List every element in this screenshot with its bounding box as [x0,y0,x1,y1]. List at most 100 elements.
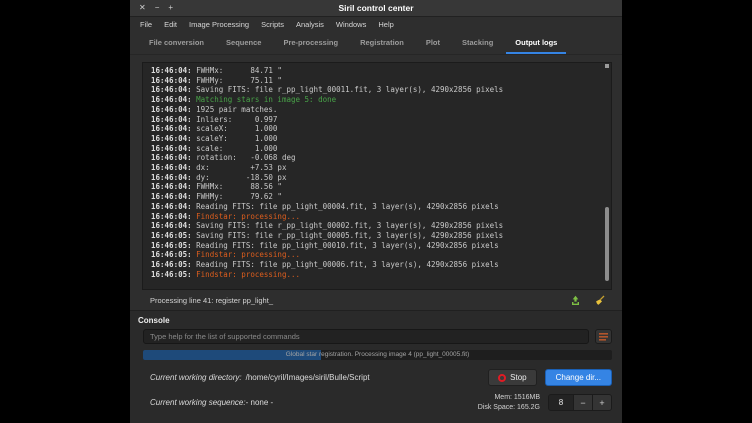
log-scrollbar[interactable] [604,64,610,288]
siril-window: ✕ − + Siril control center FileEditImage… [130,0,622,423]
log-message: Findstar: processing... [192,250,300,259]
change-dir-button[interactable]: Change dir... [545,369,612,386]
resource-usage: Mem: 1516MB Disk Space: 165.2G [478,393,540,412]
tab-output-logs[interactable]: Output logs [506,32,566,54]
titlebar: ✕ − + Siril control center [130,0,622,17]
log-message: dy: -18.50 px [192,173,287,182]
tab-pre-processing[interactable]: Pre-processing [274,32,347,54]
thread-increment-button[interactable]: + [592,395,611,410]
tab-sequence[interactable]: Sequence [217,32,270,54]
log-line: 16:46:04: Reading FITS: file pp_light_00… [151,202,601,212]
log-message: 1925 pair matches. [192,105,278,114]
scrollbar-thumb[interactable] [605,207,609,281]
log-message: Findstar: processing... [192,270,300,279]
log-line: 16:46:04: Inliers: 0.997 [151,115,601,125]
menu-windows[interactable]: Windows [330,20,372,29]
log-line: 16:46:04: Matching stars in image 5: don… [151,95,601,105]
stop-icon [498,374,506,382]
stop-button[interactable]: Stop [488,369,536,386]
stop-button-label: Stop [510,373,526,382]
export-log-button[interactable] [569,294,582,307]
console-input-row [130,329,622,344]
working-directory-path: /home/cyril/Images/siril/Bulle/Script [246,373,370,382]
log-timestamp: 16:46:05: [151,231,192,240]
log-message: dx: +7.53 px [192,163,287,172]
log-timestamp: 16:46:05: [151,250,192,259]
working-directory-label: Current working directory: [150,373,242,382]
log-message: Saving FITS: file r_pp_light_00005.fit, … [192,231,504,240]
log-output[interactable]: 16:46:04: FWHMx: 84.71 "16:46:04: FWHMy:… [151,66,601,289]
log-timestamp: 16:46:04: [151,144,192,153]
log-message: FWHMy: 75.11 " [192,76,282,85]
log-timestamp: 16:46:04: [151,95,192,104]
memory-usage: Mem: 1516MB [478,393,540,403]
log-line: 16:46:04: Saving FITS: file r_pp_light_0… [151,221,601,231]
export-log-icon [570,295,581,306]
close-icon[interactable]: ✕ [139,4,146,12]
log-line: 16:46:04: FWHMx: 84.71 " [151,66,601,76]
minimize-icon[interactable]: − [155,4,160,12]
menu-edit[interactable]: Edit [158,20,183,29]
log-timestamp: 16:46:04: [151,66,192,75]
resources-block: Mem: 1516MB Disk Space: 165.2G 8 − + [478,393,612,412]
directory-actions: Stop Change dir... [488,369,612,386]
log-timestamp: 16:46:04: [151,105,192,114]
log-timestamp: 16:46:04: [151,85,192,94]
working-sequence-value: - none - [246,398,274,407]
menubar: FileEditImage ProcessingScriptsAnalysisW… [130,17,622,32]
disk-space: Disk Space: 165.2G [478,403,540,413]
tab-registration[interactable]: Registration [351,32,413,54]
log-line: 16:46:04: FWHMy: 75.11 " [151,76,601,86]
menu-help[interactable]: Help [372,20,399,29]
log-line: 16:46:05: Reading FITS: file pp_light_00… [151,241,601,251]
log-timestamp: 16:46:04: [151,192,192,201]
log-timestamp: 16:46:04: [151,221,192,230]
menu-scripts[interactable]: Scripts [255,20,290,29]
window-controls: ✕ − + [130,4,173,12]
menu-analysis[interactable]: Analysis [290,20,330,29]
console-section: Console Global star registration. Proces… [130,310,622,423]
log-line: 16:46:05: Reading FITS: file pp_light_00… [151,260,601,270]
tab-plot[interactable]: Plot [417,32,449,54]
log-message: scale: 1.000 [192,144,278,153]
thread-spinner: 8 − + [548,394,612,411]
log-message: Reading FITS: file pp_light_00010.fit, 3… [192,241,499,250]
broom-icon [594,295,605,306]
log-line: 16:46:04: scale: 1.000 [151,144,601,154]
tab-file-conversion[interactable]: File conversion [140,32,213,54]
log-timestamp: 16:46:04: [151,182,192,191]
scrollbar-top-mark [605,64,609,68]
command-input[interactable] [143,329,589,344]
menu-image-processing[interactable]: Image Processing [183,20,255,29]
log-message: scaleX: 1.000 [192,124,278,133]
log-line: 16:46:04: FWHMx: 88.56 " [151,182,601,192]
log-timestamp: 16:46:04: [151,163,192,172]
log-line: 16:46:04: dx: +7.53 px [151,163,601,173]
working-sequence-row: Current working sequence: - none - Mem: … [130,393,622,412]
log-line: 16:46:05: Findstar: processing... [151,250,601,260]
log-message: FWHMy: 79.62 " [192,192,282,201]
maximize-icon[interactable]: + [168,4,173,12]
working-directory-row: Current working directory: /home/cyril/I… [130,369,622,386]
log-line: 16:46:04: Findstar: processing... [151,212,601,222]
log-line: 16:46:05: Findstar: processing... [151,270,601,280]
log-timestamp: 16:46:05: [151,270,192,279]
thread-decrement-button[interactable]: − [573,395,592,410]
log-message: scaleY: 1.000 [192,134,278,143]
command-list-icon [599,332,608,341]
log-timestamp: 16:46:04: [151,153,192,162]
progress-text: Global star registration. Processing ima… [143,350,612,360]
menu-file[interactable]: File [134,20,158,29]
log-message: Findstar: processing... [192,212,300,221]
clear-log-button[interactable] [593,294,606,307]
log-message: Inliers: 0.997 [192,115,278,124]
log-timestamp: 16:46:04: [151,173,192,182]
thread-count-value[interactable]: 8 [549,395,573,410]
log-timestamp: 16:46:05: [151,260,192,269]
tab-stacking[interactable]: Stacking [453,32,502,54]
log-line: 16:46:05: Saving FITS: file r_pp_light_0… [151,231,601,241]
working-sequence-label: Current working sequence: [150,398,246,407]
log-line: 16:46:04: scaleX: 1.000 [151,124,601,134]
command-list-button[interactable] [595,329,612,344]
log-message: Reading FITS: file pp_light_00006.fit, 3… [192,260,499,269]
